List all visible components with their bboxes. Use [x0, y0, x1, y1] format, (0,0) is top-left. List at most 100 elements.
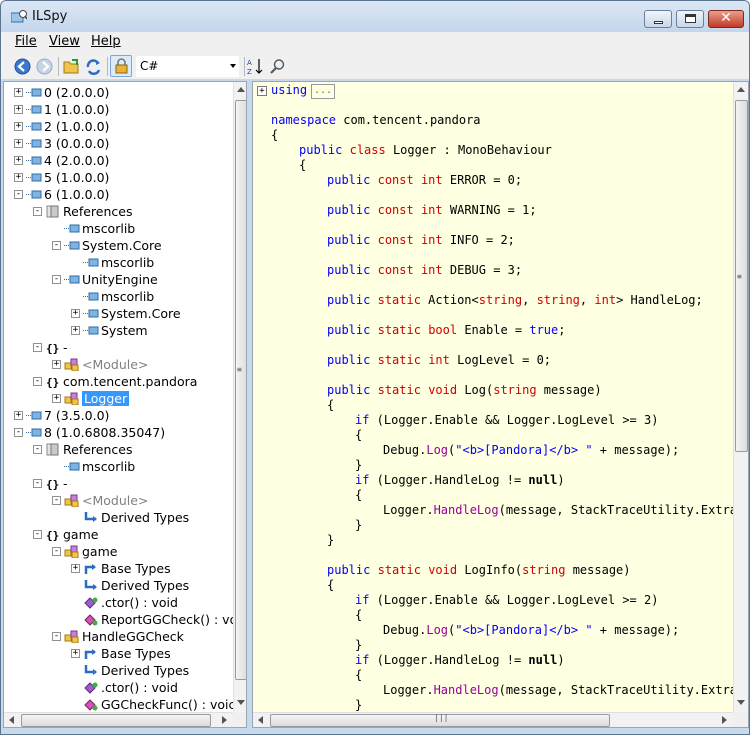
expand-icon[interactable]: +: [14, 411, 23, 420]
tree-node[interactable]: +1 (1.0.0.0): [4, 101, 234, 118]
expand-icon[interactable]: +: [71, 309, 80, 318]
menu-view[interactable]: View: [49, 34, 80, 49]
assembly-icon: [26, 190, 42, 199]
maximize-button[interactable]: [676, 10, 704, 28]
collapse-icon[interactable]: -: [14, 428, 23, 437]
collapse-icon[interactable]: -: [52, 241, 61, 250]
collapsed-section[interactable]: ...: [311, 84, 335, 99]
tree-node[interactable]: .ctor() : void: [4, 594, 234, 611]
minimize-button[interactable]: [644, 10, 672, 28]
collapse-icon[interactable]: -: [52, 275, 61, 284]
tree-node[interactable]: mscorlib: [4, 288, 234, 305]
menu-file[interactable]: File: [15, 34, 37, 49]
tree-node[interactable]: + Logger: [4, 390, 234, 407]
tree-node[interactable]: - System.Core: [4, 237, 234, 254]
tree-node[interactable]: +0 (2.0.0.0): [4, 84, 234, 101]
collapse-icon[interactable]: -: [33, 343, 42, 352]
language-select[interactable]: C#: [136, 56, 239, 77]
reload-icon[interactable]: [85, 58, 102, 75]
expand-icon[interactable]: +: [14, 156, 23, 165]
collapse-icon[interactable]: -: [33, 445, 42, 454]
collapse-icon[interactable]: -: [33, 479, 42, 488]
tree-node[interactable]: + Base Types: [4, 645, 234, 662]
code-horizontal-scrollbar[interactable]: |||: [253, 712, 733, 727]
collapse-icon[interactable]: -: [52, 496, 61, 505]
expand-icon[interactable]: +: [71, 649, 80, 658]
scroll-right-icon[interactable]: [722, 716, 727, 724]
tree-node[interactable]: +5 (1.0.0.0): [4, 169, 234, 186]
tree-node[interactable]: GGCheckFunc() : voic: [4, 696, 235, 713]
tree-node-label: UnityEngine: [82, 272, 158, 287]
show-internal-toggle[interactable]: [110, 55, 132, 77]
code-view[interactable]: + using... namespace com.tencent.pandora …: [252, 81, 749, 728]
code-vertical-scrollbar[interactable]: ≡: [733, 82, 748, 712]
tree-node[interactable]: + Base Types: [4, 560, 234, 577]
namespace-icon: {}: [46, 376, 59, 388]
collapse-icon[interactable]: -: [52, 632, 61, 641]
tree-node[interactable]: Derived Types: [4, 577, 234, 594]
assembly-tree[interactable]: +0 (2.0.0.0) +1 (1.0.0.0) +2 (1.0.0.0) +3 (…: [3, 81, 247, 728]
scroll-up-icon[interactable]: [737, 87, 745, 92]
tree-node[interactable]: mscorlib: [4, 458, 234, 475]
tree-node[interactable]: + System: [4, 322, 234, 339]
tree-node[interactable]: mscorlib: [4, 220, 234, 237]
tree-node[interactable]: mscorlib: [4, 254, 234, 271]
expand-icon[interactable]: +: [71, 564, 80, 573]
expand-icon[interactable]: +: [14, 173, 23, 182]
tree-node[interactable]: - References: [4, 441, 234, 458]
tree-node[interactable]: -{} com.tencent.pandora: [4, 373, 234, 390]
expand-icon[interactable]: +: [14, 139, 23, 148]
tree-node[interactable]: -{} game: [4, 526, 234, 543]
tree-node[interactable]: - <Module>: [4, 492, 234, 509]
scroll-down-icon[interactable]: [737, 700, 745, 705]
tree-vertical-scrollbar[interactable]: ≡: [233, 82, 246, 712]
open-icon[interactable]: [63, 58, 80, 75]
expand-icon[interactable]: +: [52, 394, 61, 403]
tree-node[interactable]: +7 (3.5.0.0): [4, 407, 234, 424]
tree-horizontal-scrollbar[interactable]: [4, 712, 233, 727]
tree-node[interactable]: +3 (0.0.0.0): [4, 135, 234, 152]
method-icon: [84, 699, 98, 711]
collapse-icon[interactable]: -: [33, 207, 42, 216]
close-button[interactable]: ✕: [708, 10, 744, 28]
forward-icon[interactable]: [36, 58, 53, 75]
scroll-down-icon[interactable]: [237, 700, 245, 705]
scroll-right-icon[interactable]: [222, 716, 227, 724]
tree-node[interactable]: -{} -: [4, 475, 234, 492]
expand-icon[interactable]: +: [257, 86, 267, 96]
tree-node[interactable]: - 6 (1.0.0.0): [4, 186, 234, 203]
tree-node[interactable]: Derived Types: [4, 509, 234, 526]
tree-node[interactable]: +2 (1.0.0.0): [4, 118, 234, 135]
code-line: Debug.Log("<b>[Pandora]</b> " + message)…: [383, 443, 680, 457]
back-icon[interactable]: [14, 58, 31, 75]
tree-node[interactable]: +4 (2.0.0.0): [4, 152, 234, 169]
tree-node[interactable]: Derived Types: [4, 662, 234, 679]
collapse-icon[interactable]: -: [52, 547, 61, 556]
scroll-left-icon[interactable]: [9, 716, 14, 724]
menu-help[interactable]: Help: [91, 34, 121, 49]
tree-node[interactable]: - HandleGGCheck: [4, 628, 234, 645]
expand-icon[interactable]: +: [71, 326, 80, 335]
tree-node[interactable]: - 8 (1.0.6808.35047): [4, 424, 234, 441]
tree-node[interactable]: - game: [4, 543, 234, 560]
tree-node[interactable]: + System.Core: [4, 305, 234, 322]
tree-node[interactable]: - References: [4, 203, 234, 220]
sort-icon[interactable]: A Z: [247, 58, 264, 75]
tree-node[interactable]: + <Module>: [4, 356, 234, 373]
scroll-up-icon[interactable]: [237, 87, 245, 92]
collapse-icon[interactable]: -: [14, 190, 23, 199]
tree-node[interactable]: .ctor() : void: [4, 679, 234, 696]
expand-icon[interactable]: +: [14, 88, 23, 97]
tree-node[interactable]: - UnityEngine: [4, 271, 234, 288]
collapse-icon[interactable]: -: [33, 377, 42, 386]
collapse-icon[interactable]: -: [33, 530, 42, 539]
expand-icon[interactable]: +: [14, 122, 23, 131]
scrollbar-thumb[interactable]: [21, 714, 211, 727]
expand-icon[interactable]: +: [52, 360, 61, 369]
search-icon[interactable]: [269, 58, 286, 75]
scroll-left-icon[interactable]: [258, 716, 263, 724]
tree-node[interactable]: -{} -: [4, 339, 234, 356]
tree-node[interactable]: ReportGGCheck() : vo: [4, 611, 237, 628]
expand-icon[interactable]: +: [14, 105, 23, 114]
scrollbar-thumb[interactable]: [235, 100, 246, 680]
